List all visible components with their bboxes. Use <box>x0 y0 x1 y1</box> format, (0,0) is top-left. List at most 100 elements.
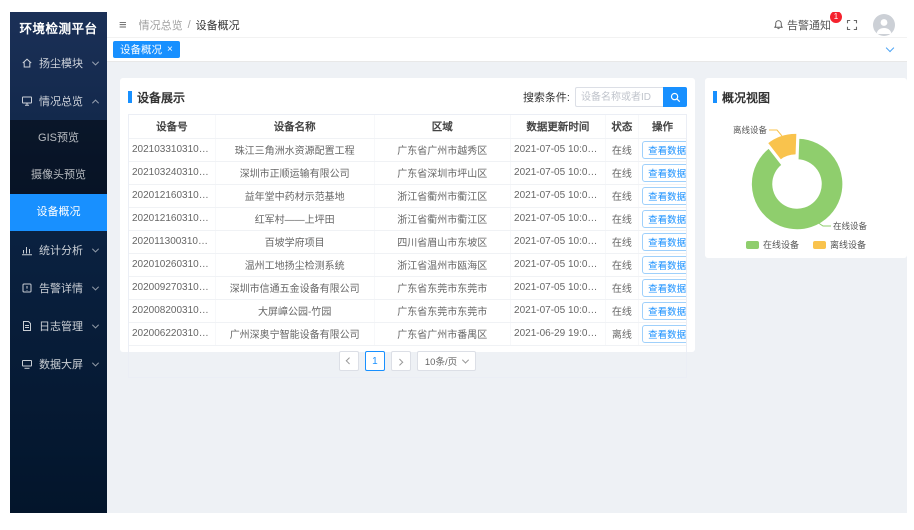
device-panel-title: 设备展示 <box>137 89 185 106</box>
next-page-button[interactable] <box>391 351 411 371</box>
view-data-button[interactable]: 查看数据 <box>642 141 686 159</box>
sidebar-item[interactable]: 日志管理 <box>10 307 107 345</box>
device-name-cell: 深圳市正顺运输有限公司 <box>215 161 374 184</box>
breadcrumb-current: 设备概况 <box>196 17 240 33</box>
device-id-cell: 2020121603102007 <box>129 184 215 207</box>
device-id-cell: 2021033103100001 <box>129 138 215 161</box>
action-cell: 查看数据 <box>639 276 686 299</box>
fullscreen-icon[interactable] <box>846 19 858 31</box>
device-status-donut-chart[interactable]: 离线设备 在线设备 <box>713 110 899 234</box>
device-table-container: 设备号设备名称区域数据更新时间状态操作 2021033103100001珠江三角… <box>128 114 687 378</box>
user-icon <box>873 14 895 36</box>
online-slice-label: 在线设备 <box>833 221 868 231</box>
main-area: ≡ 情况总览 / 设备概况 告警通知 1 <box>107 12 907 513</box>
sidebar-item[interactable]: 统计分析 <box>10 231 107 269</box>
updated-time-cell: 2021-07-05 10:08:00 <box>511 184 606 207</box>
view-data-button[interactable]: 查看数据 <box>642 187 686 205</box>
device-id-cell: 2020062203100008 <box>129 322 215 345</box>
view-data-button[interactable]: 查看数据 <box>642 325 686 343</box>
region-cell: 广东省广州市越秀区 <box>374 138 510 161</box>
tab-label: 设备概况 <box>120 42 162 57</box>
sidebar-item[interactable]: 告警详情 <box>10 269 107 307</box>
action-cell: 查看数据 <box>639 299 686 322</box>
sidebar-item-label: 扬尘模块 <box>39 55 93 71</box>
column-header: 操作 <box>639 115 686 138</box>
search-icon <box>670 92 681 103</box>
overview-panel-header: 概况视图 <box>713 86 899 108</box>
search-button[interactable] <box>663 87 687 107</box>
search-input[interactable] <box>575 87 663 107</box>
view-data-button[interactable]: 查看数据 <box>642 279 686 297</box>
sidebar-item-label: 告警详情 <box>39 280 93 296</box>
table-row: 2020121603102007益年堂中药材示范基地浙江省衢州市衢江区2021-… <box>129 184 686 207</box>
chevron-up-icon <box>92 99 99 106</box>
breadcrumb-separator: / <box>188 19 191 31</box>
table-header-row: 设备号设备名称区域数据更新时间状态操作 <box>129 115 686 138</box>
legend-item-online[interactable]: 在线设备 <box>746 238 799 251</box>
page-size-value: 10条/页 <box>425 354 457 368</box>
updated-time-cell: 2021-07-05 10:07:54 <box>511 138 606 161</box>
top-header: ≡ 情况总览 / 设备概况 告警通知 1 <box>107 12 907 38</box>
content-area: 设备展示 搜索条件: 设备号设备名称区域数据更新时间状态操作 202103310… <box>107 62 907 513</box>
search-label: 搜索条件: <box>523 89 570 105</box>
pagination: 1 10条/页 <box>129 346 686 377</box>
page-size-select[interactable]: 10条/页 <box>417 351 476 371</box>
alarm-notice-button[interactable]: 告警通知 1 <box>773 17 831 33</box>
screen-icon <box>21 358 33 370</box>
sidebar-item[interactable]: 扬尘模块 <box>10 44 107 82</box>
sidebar-item[interactable]: 情况总览 <box>10 82 107 120</box>
overview-panel: 概况视图 离线设备 在线设备 在线设备 离线设备 <box>705 78 907 258</box>
legend-item-offline[interactable]: 离线设备 <box>813 238 866 251</box>
breadcrumb-section[interactable]: 情况总览 <box>139 17 183 33</box>
chevron-down-icon <box>92 245 99 252</box>
sidebar: 环境检测平台 扬尘模块情况总览GIS预览摄像头预览设备概况统计分析告警详情日志管… <box>10 12 107 513</box>
chevron-right-icon <box>397 358 404 365</box>
status-cell: 在线 <box>605 138 638 161</box>
tab-device-overview[interactable]: 设备概况 × <box>113 41 180 58</box>
sidebar-item-label: 日志管理 <box>39 318 93 334</box>
sidebar-submenu: GIS预览摄像头预览设备概况 <box>10 120 107 231</box>
user-avatar[interactable] <box>873 14 895 36</box>
page-number[interactable]: 1 <box>365 351 385 371</box>
device-panel: 设备展示 搜索条件: 设备号设备名称区域数据更新时间状态操作 202103310… <box>120 78 695 352</box>
tabbar-chevron-down-icon[interactable] <box>886 44 894 52</box>
device-name-cell: 大屏嶂公园-竹园 <box>215 299 374 322</box>
device-id-cell: 2020092703100001 <box>129 276 215 299</box>
updated-time-cell: 2021-07-05 10:07:57 <box>511 299 606 322</box>
updated-time-cell: 2021-07-05 10:08:45 <box>511 161 606 184</box>
device-name-cell: 温州工地扬尘检测系统 <box>215 253 374 276</box>
sidebar-item[interactable]: 数据大屏 <box>10 345 107 383</box>
table-row: 2020092703100001深圳市信通五金设备有限公司广东省东莞市东莞市20… <box>129 276 686 299</box>
header-actions: 告警通知 1 <box>773 14 895 36</box>
region-cell: 广东省深圳市坪山区 <box>374 161 510 184</box>
view-data-button[interactable]: 查看数据 <box>642 164 686 182</box>
updated-time-cell: 2021-07-05 10:08:17 <box>511 253 606 276</box>
device-name-cell: 红军村——上坪田 <box>215 207 374 230</box>
region-cell: 浙江省温州市瓯海区 <box>374 253 510 276</box>
region-cell: 四川省眉山市东坡区 <box>374 230 510 253</box>
chevron-left-icon <box>346 357 353 364</box>
sidebar-subitem[interactable]: GIS预览 <box>10 120 107 157</box>
offline-legend-swatch <box>813 241 826 249</box>
tab-bar: 设备概况 × <box>107 38 907 62</box>
view-data-button[interactable]: 查看数据 <box>642 256 686 274</box>
status-cell: 离线 <box>605 322 638 345</box>
offline-slice-label: 离线设备 <box>733 125 768 135</box>
sidebar-subitem[interactable]: 设备概况 <box>10 194 107 231</box>
prev-page-button[interactable] <box>339 351 359 371</box>
view-data-button[interactable]: 查看数据 <box>642 302 686 320</box>
menu-collapse-icon[interactable]: ≡ <box>119 18 127 31</box>
device-id-cell: 2020121603102002 <box>129 207 215 230</box>
region-cell: 广东省广州市番禺区 <box>374 322 510 345</box>
table-row: 2021032403100001深圳市正顺运输有限公司广东省深圳市坪山区2021… <box>129 161 686 184</box>
updated-time-cell: 2021-07-05 10:08:35 <box>511 230 606 253</box>
device-name-cell: 深圳市信通五金设备有限公司 <box>215 276 374 299</box>
device-table: 设备号设备名称区域数据更新时间状态操作 2021033103100001珠江三角… <box>129 115 686 346</box>
chart-legend: 在线设备 离线设备 <box>713 238 899 251</box>
status-cell: 在线 <box>605 253 638 276</box>
view-data-button[interactable]: 查看数据 <box>642 233 686 251</box>
sidebar-subitem[interactable]: 摄像头预览 <box>10 157 107 194</box>
device-name-cell: 益年堂中药材示范基地 <box>215 184 374 207</box>
view-data-button[interactable]: 查看数据 <box>642 210 686 228</box>
close-icon[interactable]: × <box>167 45 173 55</box>
